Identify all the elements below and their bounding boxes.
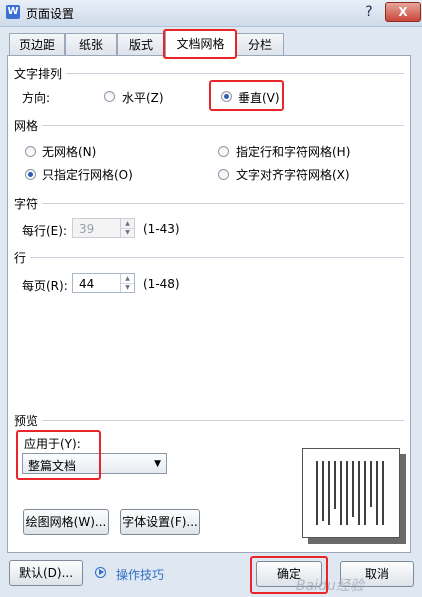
tips-link[interactable]: 操作技巧 (116, 566, 164, 583)
chars-per-line-label: 每行(E): (22, 224, 67, 238)
radio-vertical[interactable] (221, 91, 232, 102)
preview-group-label: 预览 (14, 412, 43, 429)
app-icon: W (6, 5, 20, 19)
spin-down-icon[interactable]: ▼ (121, 283, 134, 292)
chars-group-label: 字符 (14, 195, 43, 212)
text-direction-group-label: 文字排列 (14, 65, 67, 82)
radio-snap-char-grid-label[interactable]: 文字对齐字符网格(X) (236, 166, 350, 183)
grid-group-label: 网格 (14, 117, 43, 134)
lines-per-page-value: 44 (79, 277, 95, 291)
preview-page (302, 448, 400, 538)
apply-to-label: 应用于(Y): (24, 437, 81, 451)
font-settings-button[interactable]: 字体设置(F)... (120, 509, 200, 535)
tab-paper[interactable]: 纸张 (65, 33, 117, 56)
tab-margins[interactable]: 页边距 (9, 33, 65, 56)
window-title: 页面设置 (26, 7, 75, 21)
lines-group-label: 行 (14, 249, 31, 266)
tab-document-grid[interactable]: 文档网格 (165, 30, 236, 57)
radio-line-grid-only[interactable] (25, 169, 36, 180)
chars-per-line-value: 39 (79, 222, 95, 236)
group-line (14, 125, 404, 126)
radio-horizontal[interactable] (104, 91, 115, 102)
close-button[interactable]: X (385, 2, 421, 22)
radio-horizontal-label[interactable]: 水平(Z) (122, 89, 164, 106)
help-button[interactable]: ? (358, 3, 380, 21)
draw-grid-button[interactable]: 绘图网格(W)... (23, 509, 109, 535)
preview-lines (316, 461, 384, 525)
chars-range: (1-43) (143, 222, 180, 236)
spin-down-icon[interactable]: ▼ (121, 228, 134, 237)
apply-to-value: 整篇文档 (28, 459, 77, 473)
radio-line-char-grid-label[interactable]: 指定行和字符网格(H) (236, 143, 350, 160)
direction-label: 方向: (22, 91, 51, 105)
radio-no-grid[interactable] (25, 146, 36, 157)
lines-range: (1-48) (143, 277, 180, 291)
tab-layout[interactable]: 版式 (117, 33, 165, 56)
lines-per-page-spinner[interactable]: 44 ▲ ▼ (72, 273, 135, 293)
tips-play-icon[interactable] (95, 567, 106, 578)
dropdown-arrow-icon: ▼ (154, 459, 161, 469)
lines-per-page-label: 每页(R): (22, 279, 68, 293)
watermark: Baidu经验 (296, 578, 364, 594)
radio-snap-char-grid[interactable] (218, 169, 229, 180)
group-line (14, 73, 404, 74)
radio-line-grid-only-label[interactable]: 只指定行网格(O) (42, 166, 133, 183)
apply-to-select[interactable]: 整篇文档 ▼ (22, 453, 167, 474)
radio-no-grid-label[interactable]: 无网格(N) (42, 143, 96, 160)
radio-vertical-label[interactable]: 垂直(V) (238, 89, 280, 106)
radio-line-char-grid[interactable] (218, 146, 229, 157)
tab-columns[interactable]: 分栏 (236, 33, 284, 56)
group-line (14, 257, 404, 258)
chars-per-line-spinner[interactable]: 39 ▲ ▼ (72, 218, 135, 238)
group-line (14, 420, 404, 421)
group-line (14, 203, 404, 204)
default-button[interactable]: 默认(D)... (9, 560, 83, 586)
